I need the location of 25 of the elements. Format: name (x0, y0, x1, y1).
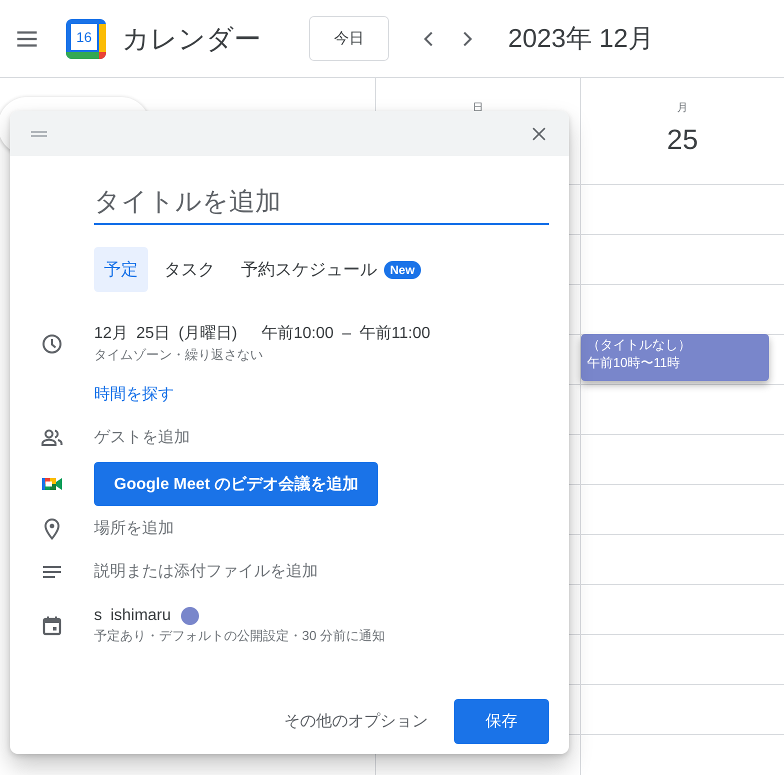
month-title: 2023年 12月 (508, 22, 654, 55)
event-chip[interactable]: （タイトルなし） 午前10時〜11時 (581, 334, 769, 381)
add-description-field[interactable]: 説明または添付ファイルを追加 (94, 561, 549, 582)
new-badge: New (384, 260, 421, 278)
calendar-logo: 16 (66, 18, 106, 58)
app-name: カレンダー (122, 22, 261, 56)
tab[interactable]: タスク (154, 247, 225, 292)
calendar-settings-text: 予定あり・デフォルトの公開設定・30 分前に通知 (94, 627, 386, 645)
tab[interactable]: 予約スケジュール New (231, 247, 431, 292)
time-zone-text[interactable]: タイムゾーン・繰り返さない (94, 346, 549, 364)
add-location-field[interactable]: 場所を追加 (94, 518, 549, 539)
today-button[interactable]: 今日 (309, 16, 389, 61)
tab[interactable]: 予定 (94, 247, 148, 292)
save-button[interactable]: 保存 (454, 699, 549, 744)
clock-icon (40, 332, 64, 356)
calendar-icon (40, 614, 64, 638)
add-guests-field[interactable]: ゲストを追加 (94, 427, 549, 448)
more-options-button[interactable]: その他のオプション (278, 710, 434, 733)
date-time-text[interactable]: 12月 25日 (月曜日) 午前10:00 – 午前11:00 (94, 323, 549, 344)
date-number[interactable]: 25 (666, 123, 698, 157)
add-video-call-button[interactable]: Google Meet のビデオ会議を追加 (94, 462, 378, 506)
drag-handle-icon (30, 130, 48, 136)
weekday-label: 月 (677, 101, 688, 115)
calendar-name[interactable]: s ishimaru (94, 607, 171, 625)
find-time-link[interactable]: 時間を探す (94, 384, 174, 405)
